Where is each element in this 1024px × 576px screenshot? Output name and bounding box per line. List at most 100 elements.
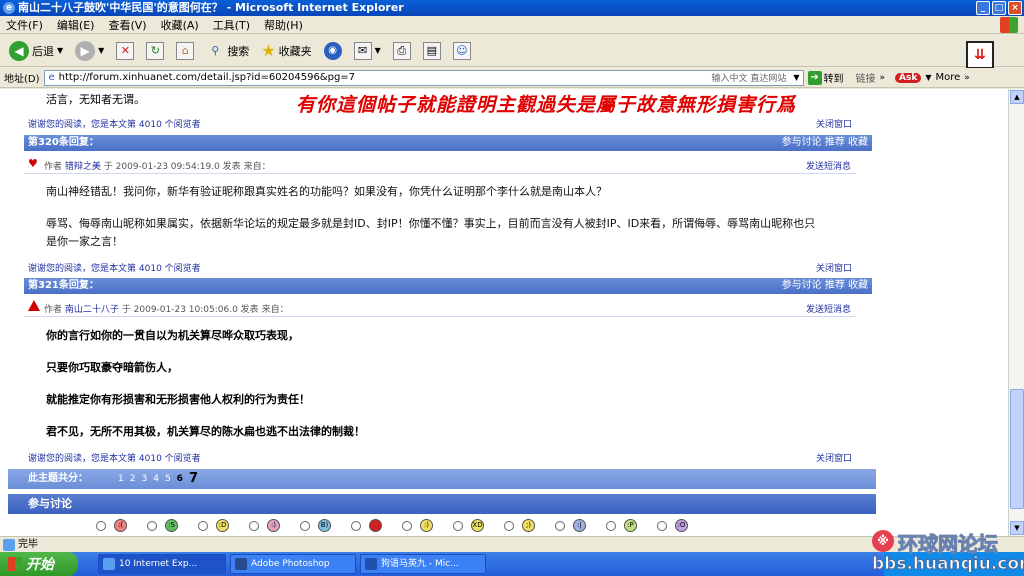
stop-icon: ✕: [116, 41, 135, 60]
emotion-option[interactable]: ;): [504, 519, 535, 532]
ie-icon: [103, 558, 115, 570]
emotion-option[interactable]: XD: [453, 519, 484, 532]
mail-button[interactable]: ✉ ▼: [351, 38, 384, 64]
menu-edit[interactable]: 编辑(E): [57, 17, 95, 33]
print-button[interactable]: ⎙: [390, 38, 414, 64]
reply-number: 第320条回复：: [28, 137, 99, 148]
menu-favorites[interactable]: 收藏(A): [161, 17, 199, 33]
start-label: 开始: [26, 557, 54, 573]
post-source: 来自：: [243, 162, 271, 172]
sick-face-icon: :S: [165, 519, 178, 532]
page-link[interactable]: 4: [153, 469, 159, 489]
emotion-option[interactable]: :S: [147, 519, 178, 532]
emotion-option[interactable]: :P: [606, 519, 637, 532]
scroll-up-icon[interactable]: ▲: [1010, 90, 1024, 104]
address-input[interactable]: e http://forum.xinhuanet.com/detail.jsp?…: [43, 69, 804, 86]
emotion-option[interactable]: B): [300, 519, 331, 532]
page-link[interactable]: 5: [165, 469, 171, 489]
more-chevron-icon[interactable]: »: [964, 73, 970, 83]
radio-button[interactable]: [351, 520, 361, 531]
pagination-bar: 此主题共分： 1 2 3 4 5 6 7: [8, 469, 876, 489]
menu-file[interactable]: 文件(F): [6, 17, 43, 33]
back-label: 后退: [32, 44, 54, 58]
radio-button[interactable]: [555, 520, 565, 531]
more-label[interactable]: More: [936, 72, 961, 83]
menu-tools[interactable]: 工具(T): [213, 17, 250, 33]
radio-button[interactable]: [402, 520, 412, 531]
reply-actions[interactable]: 参与讨论 推荐 收藏: [782, 135, 868, 151]
favorites-button[interactable]: ★ 收藏夹: [258, 38, 314, 64]
page-link[interactable]: 1: [118, 469, 124, 489]
send-message-link[interactable]: 发送短消息: [806, 302, 851, 315]
minimize-button[interactable]: _: [976, 1, 990, 15]
maximize-button[interactable]: □: [992, 1, 1006, 15]
reply-text-line: 辱骂、侮辱南山昵称如果属实，依据新华论坛的规定最多就是封ID、封IP！你懂不懂？…: [46, 217, 816, 230]
stop-button[interactable]: ✕: [113, 38, 137, 64]
page-link[interactable]: 2: [130, 469, 136, 489]
taskbar-item-photoshop[interactable]: Adobe Photoshop: [230, 554, 356, 574]
download-icon[interactable]: ⇊: [966, 41, 994, 69]
vertical-scrollbar[interactable]: ▲ ▼: [1008, 89, 1024, 536]
read-counter-suffix: 个阅览者: [164, 264, 201, 274]
start-button[interactable]: 开始: [0, 552, 78, 576]
media-button[interactable]: ◉: [321, 38, 345, 64]
radio-button[interactable]: [147, 520, 157, 531]
page-link[interactable]: 6: [177, 469, 183, 489]
radio-button[interactable]: [657, 520, 667, 531]
send-message-link[interactable]: 发送短消息: [806, 159, 851, 172]
messenger-button[interactable]: ☺: [450, 38, 474, 64]
taskbar-item-word[interactable]: 狗语马英九 - Mic...: [360, 554, 486, 574]
emotion-option[interactable]: :D: [198, 519, 229, 532]
radio-button[interactable]: [606, 520, 616, 531]
page-link[interactable]: 3: [141, 469, 147, 489]
post-time: 于 2009-01-23 10:05:06.0 发表: [121, 305, 259, 315]
chevron-down-icon[interactable]: ▼: [925, 73, 931, 82]
angry-face-icon: :(: [114, 519, 127, 532]
post-source: 来自：: [261, 305, 289, 315]
emotion-option[interactable]: :|: [555, 519, 586, 532]
forward-button[interactable]: ▶ ▼: [72, 38, 107, 64]
emotion-option[interactable]: :): [402, 519, 433, 532]
refresh-button[interactable]: ↻: [143, 38, 167, 64]
close-window-link[interactable]: 关闭窗口: [816, 451, 852, 464]
taskbar-item-ie[interactable]: 10 Internet Exp...: [98, 554, 226, 574]
reply-actions[interactable]: 参与讨论 推荐 收藏: [782, 278, 868, 294]
links-label[interactable]: 链接: [856, 70, 876, 85]
radio-button[interactable]: [96, 520, 106, 531]
word-icon: [365, 558, 377, 570]
huanqiu-logo-icon: ※: [872, 530, 894, 552]
home-button[interactable]: ⌂: [173, 38, 197, 64]
back-button[interactable]: ◀ 后退 ▼: [6, 38, 66, 64]
close-button[interactable]: ×: [1008, 1, 1022, 15]
close-window-link[interactable]: 关闭窗口: [816, 117, 852, 130]
author-name[interactable]: 错辩之美: [65, 162, 101, 172]
emotion-option[interactable]: :O: [657, 519, 688, 532]
radio-button[interactable]: [198, 520, 208, 531]
task-label: Adobe Photoshop: [251, 559, 330, 569]
read-counter-suffix: 个阅览者: [164, 120, 201, 130]
radio-button[interactable]: [249, 520, 259, 531]
chevron-down-icon: ▼: [374, 46, 381, 55]
menu-view[interactable]: 查看(V): [108, 17, 146, 33]
links-chevron-icon[interactable]: »: [880, 73, 886, 83]
radio-button[interactable]: [504, 520, 514, 531]
radio-button[interactable]: [300, 520, 310, 531]
window-title: 南山二十八子鼓吹'中华民国'的意图何在？ - Microsoft Interne…: [18, 1, 404, 14]
ask-icon[interactable]: Ask: [895, 72, 922, 83]
current-page: 7: [188, 471, 198, 486]
ime-hint: 输入中文 直达网站: [711, 74, 787, 84]
chevron-down-icon[interactable]: ▼: [790, 73, 802, 82]
go-button[interactable]: ➔ 转到: [807, 70, 844, 85]
emotion-option[interactable]: :): [249, 519, 280, 532]
emotion-option[interactable]: :(: [96, 519, 127, 532]
search-button[interactable]: ⚲ 搜索: [203, 38, 252, 64]
chevron-down-icon: ▼: [98, 46, 105, 55]
scroll-thumb[interactable]: [1010, 389, 1024, 509]
emotion-option[interactable]: [351, 519, 382, 532]
radio-button[interactable]: [453, 520, 463, 531]
menu-help[interactable]: 帮助(H): [264, 17, 303, 33]
prev-post-tail: 活言，无知者无谓。: [46, 93, 145, 106]
edit-button[interactable]: ▤: [420, 38, 444, 64]
close-window-link[interactable]: 关闭窗口: [816, 261, 852, 274]
author-name[interactable]: 南山二十八子: [65, 305, 119, 315]
